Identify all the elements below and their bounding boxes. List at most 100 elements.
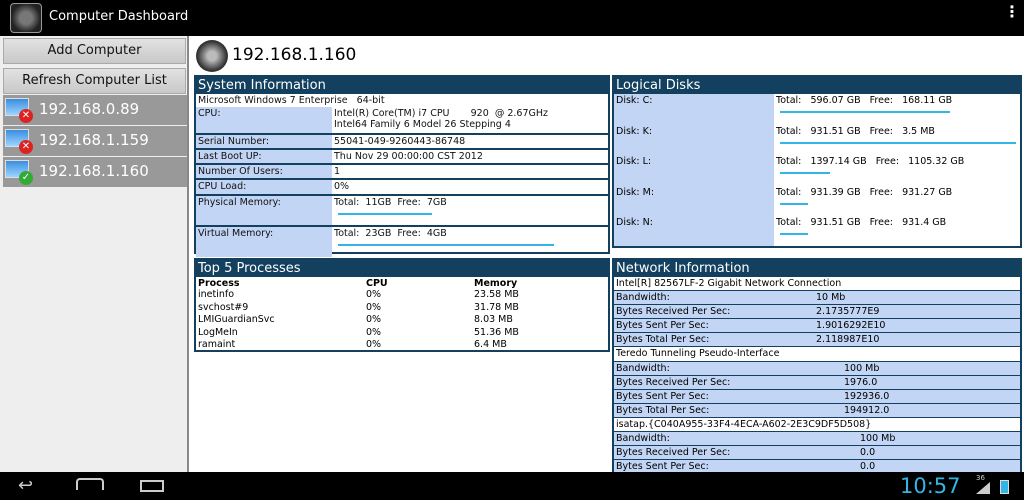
network-row: Bandwidth: 100 Mb: [614, 361, 1020, 376]
signal-icon: [976, 482, 990, 494]
add-computer-button[interactable]: Add Computer: [3, 38, 186, 64]
system-info-row: Serial Number: 55041-049-9260443-86748: [196, 135, 608, 150]
network-value: 192936.0: [844, 390, 890, 402]
network-row: Bytes Received Per Sec: 2.1735777E9: [614, 305, 1020, 320]
network-information-panel: Network Information Intel[R] 82567LF-2 G…: [612, 258, 1022, 474]
network-row: Bytes Received Per Sec: 0.0: [614, 446, 1020, 461]
row-label: Virtual Memory:: [196, 227, 332, 257]
network-label: Bandwidth:: [616, 433, 670, 445]
disk-value-cell: Total: 1397.14 GB Free: 1105.32 GB: [774, 155, 1020, 186]
process-cell: 0%: [366, 289, 382, 300]
row-label: Physical Memory:: [196, 196, 332, 225]
row-value: 55041-049-9260443-86748: [334, 136, 466, 147]
process-row: LogMeIn 0% 51.36 MB: [196, 327, 608, 340]
recent-apps-icon[interactable]: [140, 480, 164, 492]
row-value-cell: Total: 11GB Free: 7GB: [332, 196, 608, 225]
system-info-row: Number Of Users: 1: [196, 165, 608, 180]
network-label: Bytes Received Per Sec:: [616, 306, 731, 318]
disk-label: Disk: M:: [616, 186, 655, 198]
network-row: Bytes Total Per Sec: 2.118987E10: [614, 333, 1020, 348]
process-cell: LogMeIn: [198, 326, 238, 338]
system-info-row: CPU: Intel(R) Core(TM) i7 CPU 920 @ 2.67G…: [196, 107, 608, 135]
os-label: Microsoft Windows 7 Enterprise 64-bit: [198, 95, 385, 106]
process-cell: 23.58 MB: [474, 289, 519, 300]
overflow-menu-icon[interactable]: ⋮: [1004, 4, 1020, 20]
process-cell: 0%: [366, 326, 382, 338]
disk-value-cell: Total: 931.51 GB Free: 3.5 MB: [774, 125, 1020, 156]
row-label: CPU Load:: [196, 180, 332, 194]
system-info-row: CPU Load: 0%: [196, 180, 608, 196]
process-header-row: Process CPU Memory: [196, 277, 608, 289]
network-value: 10 Mb: [816, 292, 846, 304]
network-label: Bytes Total Per Sec:: [616, 404, 710, 416]
process-cell: inetinfo: [198, 289, 235, 300]
disk-value-cell: Total: 931.39 GB Free: 931.27 GB: [774, 186, 1020, 217]
computer-gauge-icon: [196, 40, 228, 72]
disk-value: Total: 596.07 GB Free: 168.11 GB: [776, 95, 953, 106]
column-header: Memory: [474, 278, 518, 289]
network-value: 2.118987E10: [816, 334, 880, 346]
process-cell: 6.4 MB: [474, 339, 507, 350]
disk-value: Total: 1397.14 GB Free: 1105.32 GB: [776, 156, 965, 168]
row-value: Intel(R) Core(TM) i7 CPU 920 @ 2.67GHz: [334, 108, 548, 119]
error-badge-icon: ✕: [19, 109, 33, 123]
process-cell: 0%: [366, 314, 382, 325]
disk-value: Total: 931.51 GB Free: 3.5 MB: [776, 125, 935, 137]
row-value: Total: 11GB Free: 7GB: [334, 197, 447, 208]
process-cell: svchost#9: [198, 301, 249, 313]
back-icon[interactable]: ↩: [18, 475, 33, 496]
panel-title: Network Information: [614, 260, 1020, 277]
computer-ip: 192.168.1.160: [39, 162, 149, 180]
network-value: 1.9016292E10: [816, 320, 886, 332]
computer-icon: ✕: [3, 128, 35, 154]
network-value: 1976.0: [844, 376, 878, 388]
panel-title: Logical Disks: [614, 77, 1020, 94]
network-label: Bytes Sent Per Sec:: [616, 320, 709, 332]
clock: 10:57: [900, 474, 961, 498]
selected-computer-ip: 192.168.1.160: [232, 45, 357, 65]
process-row: inetinfo 0% 23.58 MB: [196, 289, 608, 302]
network-row: Bandwidth: 10 Mb: [614, 291, 1020, 306]
system-info-row: Last Boot UP: Thu Nov 29 00:00:00 CST 201…: [196, 150, 608, 165]
computer-list-item[interactable]: ✕ 192.168.0.89: [3, 95, 187, 125]
computer-ip: 192.168.0.89: [39, 100, 140, 118]
network-value: 100 Mb: [844, 362, 880, 374]
disk-usage-bar: [780, 202, 808, 205]
disk-value: Total: 931.39 GB Free: 931.27 GB: [776, 186, 953, 198]
top-processes-panel: Top 5 Processes Process CPU Memory inetinfo…: [194, 258, 610, 352]
computer-ip: 192.168.1.159: [39, 131, 149, 149]
network-label: Bytes Total Per Sec:: [616, 334, 710, 346]
disk-label: Disk: C:: [616, 95, 653, 106]
disk-value: Total: 931.51 GB Free: 931.4 GB: [776, 217, 947, 229]
row-value: Total: 23GB Free: 4GB: [334, 228, 447, 239]
process-row: LMIGuardianSvc 0% 8.03 MB: [196, 314, 608, 327]
row-value-2: Intel64 Family 6 Model 26 Stepping 4: [334, 119, 511, 130]
process-cell: 51.36 MB: [474, 326, 519, 338]
system-nav-bar: ↩ 10:57 36: [0, 472, 1024, 500]
row-label: Last Boot UP:: [196, 150, 332, 163]
disk-label: Disk: K:: [616, 125, 653, 137]
process-cell: 8.03 MB: [474, 314, 513, 325]
panel-title: System Information: [196, 77, 608, 94]
home-icon[interactable]: [76, 478, 104, 490]
process-row: ramaint 0% 6.4 MB: [196, 339, 608, 352]
network-label: Bandwidth:: [616, 292, 670, 304]
refresh-computer-list-button[interactable]: Refresh Computer List: [3, 68, 186, 94]
process-cell: 0%: [366, 339, 382, 350]
disk-label: Disk: L:: [616, 156, 652, 168]
disk-value-cell: Total: 931.51 GB Free: 931.4 GB: [774, 216, 1020, 247]
row-value-cell: 0%: [332, 180, 608, 194]
disk-usage-bar: [780, 233, 808, 236]
battery-icon: [1000, 480, 1009, 494]
disk-usage-bar: [780, 172, 830, 175]
network-row: Bytes Sent Per Sec: 192936.0: [614, 389, 1020, 404]
disk-usage-bar: [780, 111, 950, 113]
panel-title: Top 5 Processes: [196, 260, 608, 277]
row-value-cell: Thu Nov 29 00:00:00 CST 2012: [332, 150, 608, 163]
disk-label: Disk: N:: [616, 217, 653, 229]
row-label: CPU:: [196, 107, 332, 133]
row-value-cell: Total: 23GB Free: 4GB: [332, 227, 608, 257]
adapter-name: Intel[R] 82567LF-2 Gigabit Network Conne…: [614, 277, 1020, 292]
computer-list-item[interactable]: ✓ 192.168.1.160: [3, 157, 187, 187]
computer-list-item[interactable]: ✕ 192.168.1.159: [3, 126, 187, 156]
